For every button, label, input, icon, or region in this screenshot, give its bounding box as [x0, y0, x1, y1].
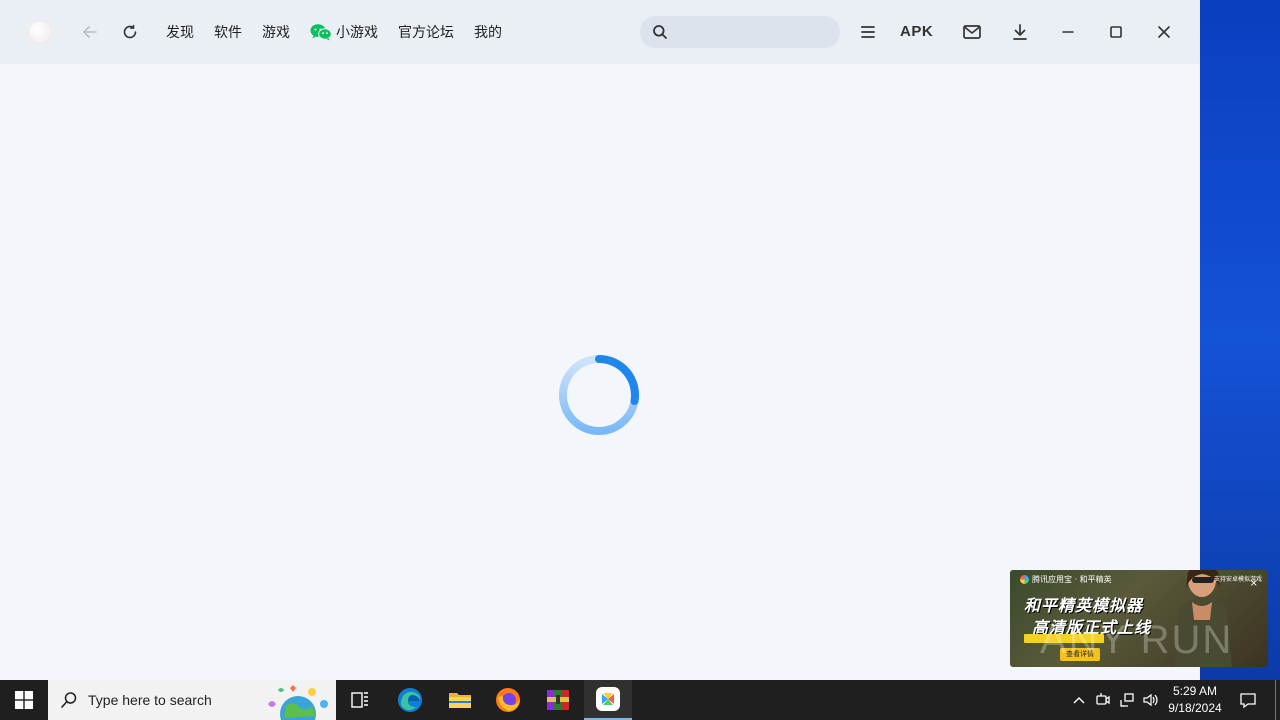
- taskbar-clock[interactable]: 5:29 AM 9/18/2024: [1160, 683, 1230, 717]
- hamburger-menu-icon: [861, 26, 875, 38]
- show-desktop-divider: [1275, 680, 1276, 720]
- speaker-icon: [1143, 693, 1158, 707]
- nav-item-mine[interactable]: 我的: [474, 22, 502, 42]
- minimize-icon: [1062, 31, 1074, 33]
- taskbar-search[interactable]: Type here to search: [48, 680, 336, 720]
- wechat-icon: [310, 23, 332, 41]
- chevron-up-icon: [1073, 697, 1085, 704]
- clock-time: 5:29 AM: [1172, 684, 1218, 698]
- meet-now-icon: [1096, 693, 1110, 705]
- action-center-button[interactable]: [1234, 680, 1262, 720]
- app-store-icon: [596, 687, 620, 711]
- search-icon: [61, 692, 77, 708]
- nav-item-games[interactable]: 游戏: [262, 22, 290, 42]
- nav-item-label: 我的: [474, 25, 502, 41]
- nav-item-label: 官方论坛: [398, 25, 454, 41]
- winrar-icon: [547, 690, 569, 710]
- apk-button[interactable]: APK: [900, 18, 933, 46]
- search-box[interactable]: [640, 16, 840, 48]
- downloads-button[interactable]: [1006, 18, 1034, 46]
- close-button[interactable]: [1150, 18, 1178, 46]
- tray-network[interactable]: [1116, 680, 1138, 720]
- maximize-button[interactable]: [1102, 18, 1130, 46]
- maximize-icon: [1110, 26, 1122, 38]
- task-view-button[interactable]: [336, 680, 384, 720]
- show-hidden-icons-button[interactable]: [1068, 680, 1090, 720]
- nav-item-label: 软件: [214, 25, 242, 41]
- messages-button[interactable]: [958, 18, 986, 46]
- start-button[interactable]: [0, 680, 48, 720]
- taskbar-firefox[interactable]: [484, 680, 532, 720]
- search-input[interactable]: [676, 24, 826, 40]
- taskbar-edge[interactable]: [386, 680, 434, 720]
- ad-character-image: [1174, 570, 1232, 667]
- ad-title-line1: 和平精英模拟器: [1024, 596, 1144, 615]
- taskbar-search-placeholder: Type here to search: [88, 692, 212, 708]
- ad-brand: 腾讯应用宝 · 和平精英: [1020, 574, 1112, 585]
- task-view-icon: [351, 692, 368, 708]
- ad-brand-text: 腾讯应用宝 · 和平精英: [1032, 575, 1112, 584]
- arrow-left-icon: [83, 26, 97, 38]
- mail-icon: [963, 25, 981, 39]
- ad-close-button[interactable]: ×: [1250, 578, 1258, 589]
- nav-item-forum[interactable]: 官方论坛: [398, 22, 454, 42]
- close-icon: [1158, 26, 1170, 38]
- ad-cta-button[interactable]: 查看详情: [1060, 648, 1100, 661]
- nav-item-label: 游戏: [262, 25, 290, 41]
- main-nav: 发现 软件 游戏 小游戏 官方论坛 我的: [166, 0, 522, 64]
- app-store-logo-icon: [1020, 575, 1029, 584]
- notification-icon: [1240, 693, 1256, 709]
- nav-item-mini-games[interactable]: 小游戏: [310, 22, 378, 42]
- taskbar-file-explorer[interactable]: [436, 680, 484, 720]
- clock-date: 9/18/2024: [1168, 701, 1222, 715]
- menu-button[interactable]: [854, 18, 882, 46]
- ad-badge: [1024, 634, 1104, 643]
- taskbar: Type here to search 5:29 AM 9/18/2024: [0, 680, 1280, 720]
- search-icon: [653, 25, 667, 39]
- refresh-icon: [123, 24, 137, 39]
- firefox-icon: [496, 688, 520, 712]
- refresh-button[interactable]: [116, 18, 144, 46]
- titlebar: 发现 软件 游戏 小游戏 官方论坛 我的 APK: [0, 0, 1200, 64]
- minimize-button[interactable]: [1054, 18, 1082, 46]
- tray-volume[interactable]: [1140, 680, 1162, 720]
- windows-logo-icon: [15, 691, 33, 709]
- nav-item-label: 小游戏: [336, 25, 378, 41]
- network-icon: [1120, 693, 1134, 707]
- download-icon: [1013, 24, 1027, 40]
- app-logo: [28, 20, 52, 44]
- taskbar-winrar[interactable]: [534, 680, 582, 720]
- tray-meet-now[interactable]: [1092, 680, 1114, 720]
- taskbar-app-store[interactable]: [584, 680, 632, 720]
- nav-item-label: 发现: [166, 25, 194, 41]
- search-highlight-art-icon: [268, 685, 328, 720]
- folder-icon: [449, 693, 471, 708]
- loading-spinner: [559, 355, 639, 435]
- back-button[interactable]: [76, 18, 104, 46]
- nav-item-software[interactable]: 软件: [214, 22, 242, 42]
- edge-browser-icon: [398, 688, 422, 712]
- nav-item-discover[interactable]: 发现: [166, 22, 194, 42]
- ad-popup[interactable]: 腾讯应用宝 · 和平精英 支持安卓模拟游戏 和平精英模拟器 高清版正式上线 查看…: [1010, 570, 1268, 667]
